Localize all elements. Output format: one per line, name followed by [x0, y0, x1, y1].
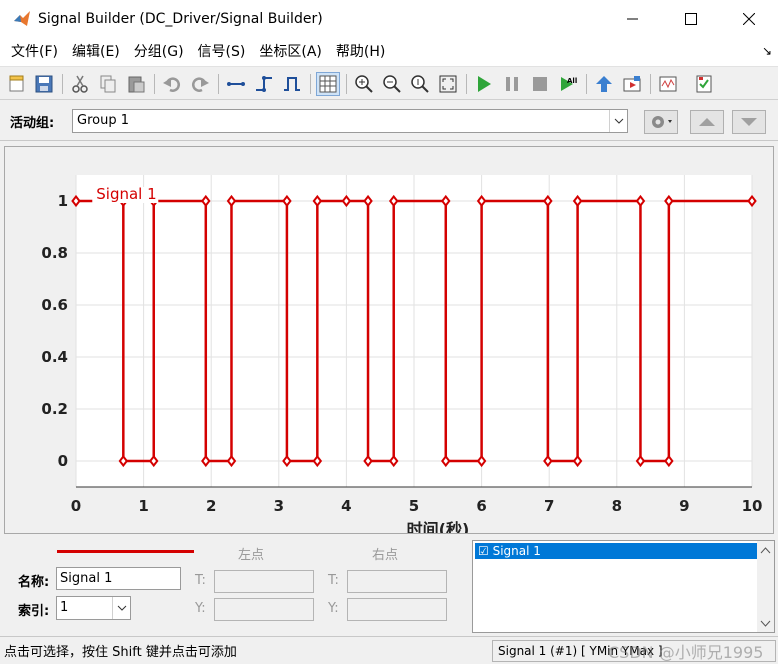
watermark: CSDN @小师兄1995 — [608, 643, 764, 662]
close-icon — [743, 13, 755, 25]
name-label: 名称: — [18, 575, 50, 590]
signal-name-field[interactable]: Signal 1 — [56, 567, 181, 590]
active-group-value: Group 1 — [77, 113, 129, 128]
menu-help[interactable]: 帮助(H) — [329, 38, 392, 66]
step-icon[interactable] — [252, 72, 276, 96]
signal-chart[interactable]: 0 1 2 3 4 5 6 7 8 9 10 0 0.2 0.4 0.6 0.8 1 时间(秒) Signal 1 — [5, 147, 773, 533]
move-down-button[interactable] — [732, 110, 766, 134]
right-t-field[interactable] — [347, 570, 447, 593]
active-group-select[interactable]: Group 1 — [72, 109, 628, 133]
x-tick-label: 0 — [71, 497, 81, 515]
y-tick-label: 0.2 — [41, 400, 68, 418]
left-t-label: T: — [195, 573, 206, 588]
signal-line-sample[interactable] — [57, 550, 194, 553]
right-point-label: 右点 — [372, 548, 399, 563]
x-tick-label: 4 — [341, 497, 351, 515]
x-tick-label: 8 — [612, 497, 622, 515]
menu-bar: 文件(F) 编辑(E) 分组(G) 信号(S) 坐标区(A) 帮助(H) ↘ — [0, 38, 778, 66]
minimize-icon — [627, 18, 638, 20]
left-t-field[interactable] — [214, 570, 314, 593]
x-tick-label: 3 — [274, 497, 284, 515]
status-bar: 点击可选择，按住 Shift 键并点击可添加 Signal 1 (#1) [ Y… — [0, 636, 778, 664]
x-tick-label: 5 — [409, 497, 419, 515]
y-tick-label: 0 — [58, 452, 68, 470]
move-up-button[interactable] — [690, 110, 724, 134]
maximize-icon — [685, 13, 697, 25]
signal-plot-area[interactable]: 0 1 2 3 4 5 6 7 8 9 10 0 0.2 0.4 0.6 0.8 1 时间(秒) Signal 1 — [4, 146, 774, 534]
x-tick-label: 7 — [544, 497, 554, 515]
copy-icon[interactable] — [96, 72, 120, 96]
zoom-in-xy-icon[interactable] — [352, 72, 376, 96]
menu-signal[interactable]: 信号(S) — [191, 38, 253, 66]
x-tick-label: 2 — [206, 497, 216, 515]
x-axis-label: 时间(秒) — [407, 520, 470, 533]
window-title: Signal Builder (DC_Driver/Signal Builder… — [38, 11, 323, 27]
right-y-field[interactable] — [347, 598, 447, 621]
zoom-in-y-icon[interactable] — [408, 72, 432, 96]
signal-list-scrollbar[interactable] — [757, 541, 774, 632]
chevron-down-icon — [112, 597, 130, 619]
x-tick-label: 6 — [476, 497, 486, 515]
dock-arrow-icon[interactable]: ↘ — [762, 44, 772, 58]
start-icon[interactable] — [472, 72, 496, 96]
menu-edit[interactable]: 编辑(E) — [65, 38, 127, 66]
toolbar: All — [0, 66, 778, 100]
x-tick-label: 9 — [679, 497, 689, 515]
constant-segment-icon[interactable] — [224, 72, 248, 96]
grid-icon[interactable] — [316, 72, 340, 96]
run-all-icon[interactable]: All — [556, 72, 580, 96]
close-button[interactable] — [720, 0, 778, 38]
signal-list-item[interactable]: ☑ Signal 1 — [475, 543, 757, 559]
svg-text:All: All — [567, 77, 577, 85]
minimize-button[interactable] — [604, 0, 662, 38]
status-hint: 点击可选择，按住 Shift 键并点击可添加 — [4, 645, 237, 660]
triangle-up-icon — [699, 118, 715, 126]
index-label: 索引: — [18, 604, 50, 619]
triangle-down-icon — [741, 118, 757, 126]
undo-icon[interactable] — [160, 72, 184, 96]
scope-icon[interactable] — [656, 72, 680, 96]
stop-icon[interactable] — [528, 72, 552, 96]
menu-group[interactable]: 分组(G) — [127, 38, 191, 66]
up-icon[interactable] — [592, 72, 616, 96]
zoom-in-x-icon[interactable] — [380, 72, 404, 96]
signal-index-select[interactable]: 1 — [56, 596, 131, 620]
y-tick-label: 1 — [58, 192, 68, 210]
settings-button[interactable] — [644, 110, 678, 134]
y-tick-label: 0.4 — [41, 348, 68, 366]
signal-list[interactable]: ☑ Signal 1 — [472, 540, 775, 633]
menu-file[interactable]: 文件(F) — [4, 38, 65, 66]
y-tick-label: 0.6 — [41, 296, 68, 314]
properties-panel: 左点 右点 名称: Signal 1 索引: 1 T: Y: T: Y: ☑ S… — [0, 536, 778, 636]
left-y-field[interactable] — [214, 598, 314, 621]
menu-axes[interactable]: 坐标区(A) — [252, 38, 329, 66]
new-icon[interactable] — [5, 72, 29, 96]
goto-block-icon[interactable] — [620, 72, 644, 96]
cut-icon[interactable] — [68, 72, 92, 96]
right-t-label: T: — [328, 573, 339, 588]
pulse-icon[interactable] — [280, 72, 304, 96]
active-group-label: 活动组: — [10, 116, 55, 131]
redo-icon[interactable] — [188, 72, 212, 96]
x-tick-label: 1 — [138, 497, 148, 515]
signal-index-value: 1 — [60, 600, 69, 615]
x-tick-label: 10 — [742, 497, 763, 515]
active-group-bar: 活动组: Group 1 — [0, 101, 778, 141]
left-point-label: 左点 — [238, 548, 265, 563]
paste-icon[interactable] — [124, 72, 148, 96]
y-tick-label: 0.8 — [41, 244, 68, 262]
maximize-button[interactable] — [662, 0, 720, 38]
left-y-label: Y: — [195, 601, 206, 616]
pause-icon[interactable] — [500, 72, 524, 96]
save-icon[interactable] — [32, 72, 56, 96]
gear-icon — [652, 116, 672, 128]
verification-icon[interactable] — [692, 72, 716, 96]
chevron-down-icon — [609, 110, 627, 132]
series-label: Signal 1 — [96, 185, 156, 203]
right-y-label: Y: — [328, 601, 339, 616]
matlab-logo-icon — [14, 11, 30, 26]
title-bar: Signal Builder (DC_Driver/Signal Builder… — [0, 0, 778, 38]
fit-icon[interactable] — [436, 72, 460, 96]
